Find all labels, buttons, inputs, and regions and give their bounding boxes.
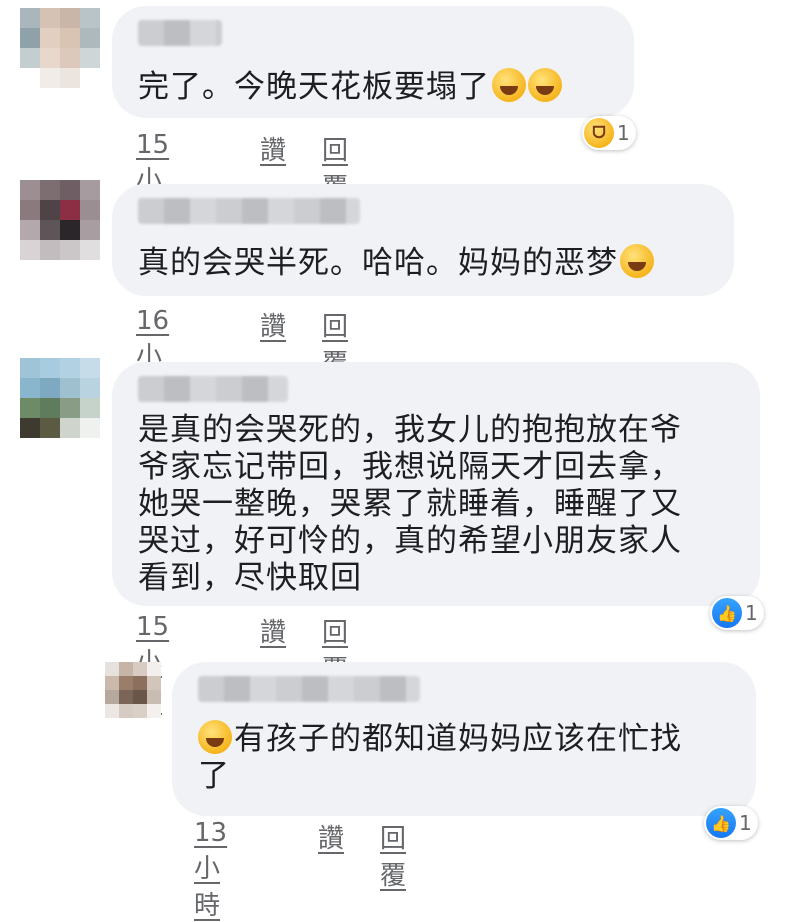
rofl-emoji-icon xyxy=(620,244,654,278)
reaction-count: 1 xyxy=(617,121,630,145)
avatar[interactable] xyxy=(105,662,161,718)
commenter-name[interactable] xyxy=(138,198,360,224)
like-icon: 👍 xyxy=(712,598,742,628)
laughing-emoji-icon xyxy=(198,720,232,754)
avatar[interactable] xyxy=(20,358,100,438)
comment-bubble: 是真的会哭死的，我女儿的抱抱放在爷 爷家忘记带回，我想说隔天才回去拿， 她哭一整… xyxy=(112,362,760,606)
like-icon: 👍 xyxy=(706,808,736,838)
like-button[interactable]: 讚 xyxy=(260,612,286,649)
reaction-summary[interactable]: ᗜ 1 xyxy=(582,116,636,150)
like-button[interactable]: 讚 xyxy=(260,306,286,343)
comment-text: 真的会哭半死。哈哈。妈妈的恶梦 xyxy=(138,244,654,282)
reaction-count: 1 xyxy=(745,601,758,625)
like-button[interactable]: 讚 xyxy=(318,818,344,855)
comment-text: 是真的会哭死的，我女儿的抱抱放在爷 爷家忘记带回，我想说隔天才回去拿， 她哭一整… xyxy=(138,412,682,596)
reaction-summary[interactable]: 👍 1 xyxy=(704,806,758,840)
avatar[interactable] xyxy=(20,8,100,88)
comment-text: 完了。今晚天花板要塌了 xyxy=(138,68,562,106)
commenter-name[interactable] xyxy=(138,20,222,46)
comment-bubble: 真的会哭半死。哈哈。妈妈的恶梦 xyxy=(112,184,734,296)
comment-bubble: 完了。今晚天花板要塌了 xyxy=(112,6,634,118)
like-button[interactable]: 讚 xyxy=(260,130,286,167)
laughing-emoji-icon xyxy=(528,68,562,102)
comment-text: 有孩子的都知道妈妈应该在忙找 了 xyxy=(198,720,682,794)
commenter-name[interactable] xyxy=(198,676,420,702)
reaction-summary[interactable]: 👍 1 xyxy=(710,596,764,630)
reply-button[interactable]: 回覆 xyxy=(380,818,406,892)
avatar[interactable] xyxy=(20,180,100,260)
timestamp-link[interactable]: 13小時 xyxy=(194,818,227,922)
laughing-emoji-icon xyxy=(492,68,526,102)
haha-icon: ᗜ xyxy=(584,118,614,148)
reaction-count: 1 xyxy=(739,811,752,835)
commenter-name[interactable] xyxy=(138,376,288,402)
comment-bubble: 有孩子的都知道妈妈应该在忙找 了 xyxy=(172,662,756,816)
